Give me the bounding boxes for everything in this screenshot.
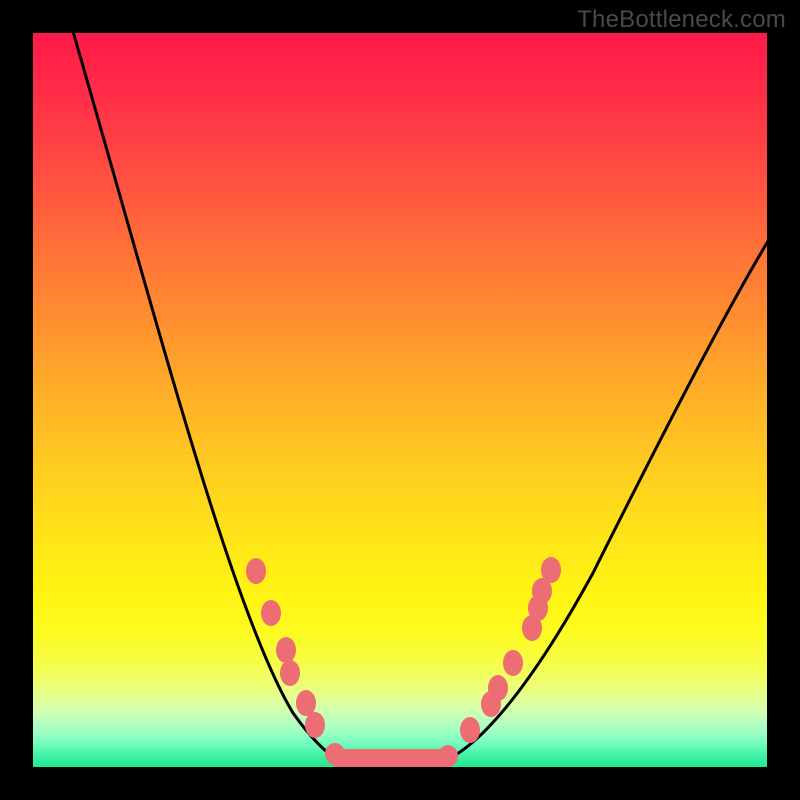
marker-left-3 xyxy=(280,660,300,686)
v-curve xyxy=(72,33,767,760)
marker-bottom-1 xyxy=(348,750,368,767)
marker-right-0 xyxy=(460,717,480,743)
marker-right-3 xyxy=(503,650,523,676)
chart-container: TheBottleneck.com xyxy=(0,0,800,800)
marker-bottom-5 xyxy=(438,745,458,767)
marker-bottom-2 xyxy=(371,750,391,767)
watermark-text: TheBottleneck.com xyxy=(577,6,786,34)
curve-svg xyxy=(33,33,767,767)
marker-left-0 xyxy=(246,558,266,584)
marker-left-2 xyxy=(276,637,296,663)
marker-bottom-0 xyxy=(325,743,345,765)
marker-right-2 xyxy=(488,675,508,701)
marker-right-7 xyxy=(541,557,561,583)
marker-bottom-4 xyxy=(417,750,437,767)
marker-left-5 xyxy=(305,712,325,738)
marker-bottom-3 xyxy=(394,750,414,767)
plot-area xyxy=(33,33,767,767)
marker-left-1 xyxy=(261,600,281,626)
